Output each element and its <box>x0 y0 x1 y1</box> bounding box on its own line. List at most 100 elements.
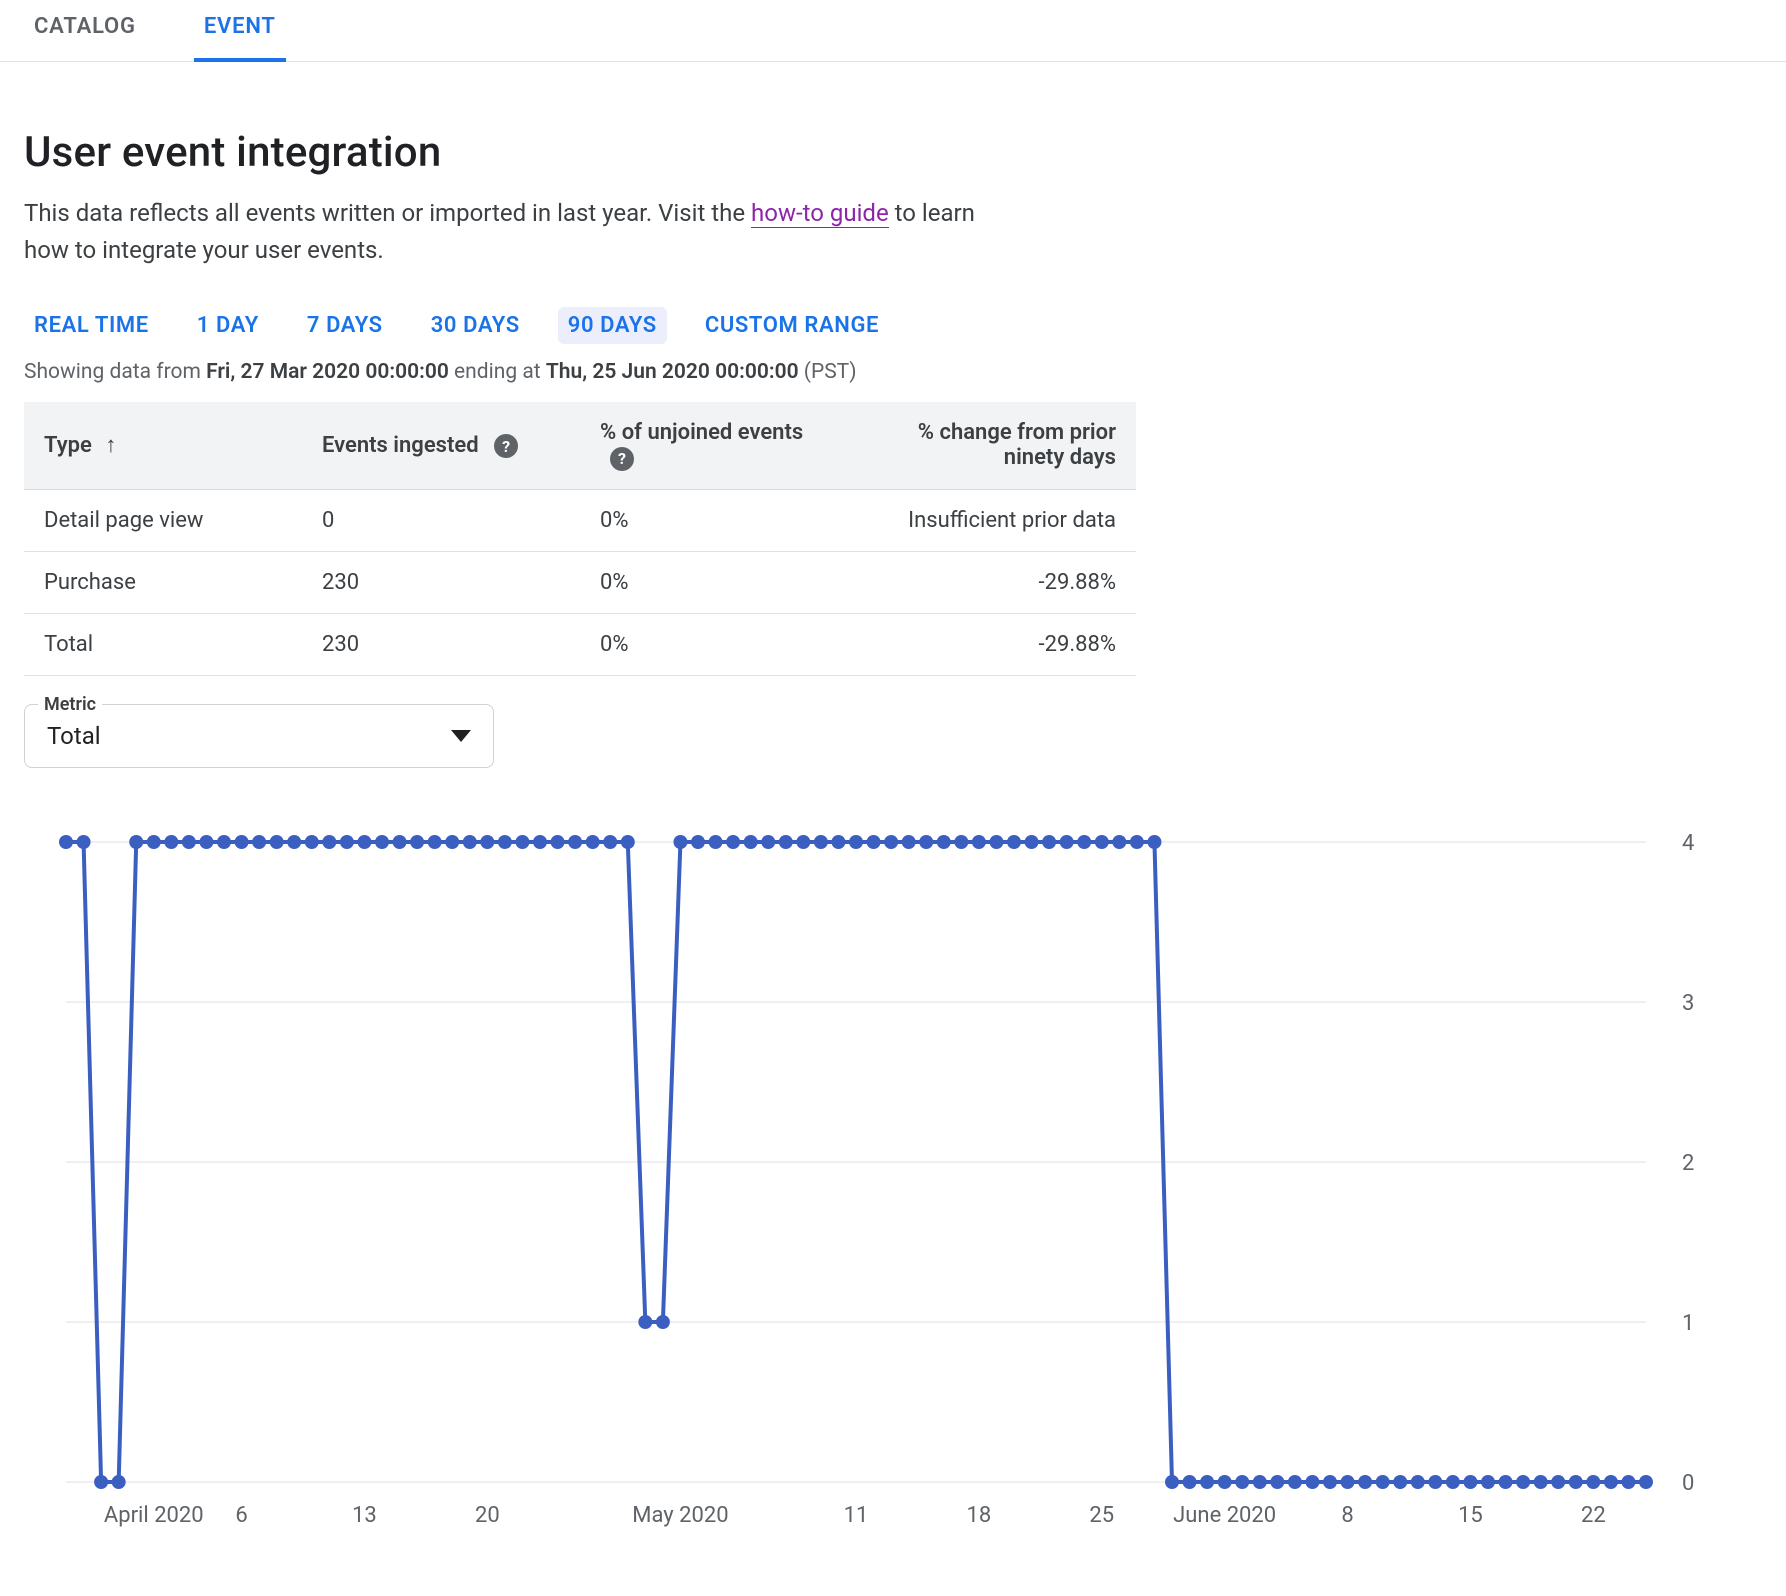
series-point <box>1341 1475 1355 1489</box>
series-point <box>1499 1475 1513 1489</box>
x-tick-label: May 2020 <box>632 1503 728 1528</box>
series-point <box>357 835 371 849</box>
range-pill-real-time[interactable]: REAL TIME <box>24 307 159 344</box>
series-point <box>937 835 951 849</box>
col-unjoined-label: % of unjoined events <box>600 420 803 445</box>
col-events-label: Events ingested <box>322 433 479 458</box>
series-point <box>1235 1475 1249 1489</box>
series-point <box>638 1315 652 1329</box>
metric-dropdown-label: Metric <box>38 694 102 715</box>
series-point <box>1130 835 1144 849</box>
series-point <box>235 835 249 849</box>
cell-change: -29.88% <box>858 613 1136 675</box>
range-pill-90-days[interactable]: 90 DAYS <box>558 307 667 344</box>
series-point <box>217 835 231 849</box>
series-point <box>814 835 828 849</box>
series-point <box>779 835 793 849</box>
help-icon[interactable]: ? <box>610 447 634 471</box>
series-point <box>1007 835 1021 849</box>
series-point <box>199 835 213 849</box>
series-point <box>59 835 73 849</box>
cell-change: Insufficient prior data <box>858 489 1136 551</box>
series-point <box>744 835 758 849</box>
series-point <box>621 835 635 849</box>
cell-type: Total <box>24 613 302 675</box>
cell-events: 230 <box>302 551 580 613</box>
chart-svg: 01234April 202061320May 2020111825June 2… <box>56 832 1736 1572</box>
range-pill-custom-range[interactable]: CUSTOM RANGE <box>695 307 889 344</box>
range-pill-1-day[interactable]: 1 DAY <box>187 307 269 344</box>
series-point <box>1042 835 1056 849</box>
series-point <box>1165 1475 1179 1489</box>
y-tick-label: 2 <box>1682 1151 1694 1176</box>
series-point <box>551 835 565 849</box>
series-point <box>849 835 863 849</box>
series-point <box>1112 835 1126 849</box>
series-point <box>691 835 705 849</box>
col-events-header[interactable]: Events ingested ? <box>302 402 580 489</box>
series-point <box>972 835 986 849</box>
series-point <box>1147 835 1161 849</box>
series-point <box>1288 1475 1302 1489</box>
series-point <box>375 835 389 849</box>
how-to-guide-link[interactable]: how-to guide <box>751 199 889 228</box>
series-point <box>1077 835 1091 849</box>
tab-event[interactable]: EVENT <box>194 0 286 61</box>
series-point <box>428 835 442 849</box>
series-point <box>586 835 600 849</box>
series-point <box>1060 835 1074 849</box>
series-point <box>1323 1475 1337 1489</box>
series-point <box>1376 1475 1390 1489</box>
series-point <box>761 835 775 849</box>
series-point <box>1586 1475 1600 1489</box>
series-point <box>796 835 810 849</box>
cell-change: -29.88% <box>858 551 1136 613</box>
series-point <box>498 835 512 849</box>
series-point <box>1481 1475 1495 1489</box>
series-point <box>463 835 477 849</box>
showing-from: Fri, 27 Mar 2020 00:00:00 <box>206 360 449 384</box>
series-point <box>673 835 687 849</box>
series-point <box>1534 1475 1548 1489</box>
series-point <box>1270 1475 1284 1489</box>
series-point <box>393 835 407 849</box>
col-unjoined-header[interactable]: % of unjoined events ? <box>580 402 858 489</box>
x-tick-label: 25 <box>1089 1503 1114 1528</box>
tab-catalog[interactable]: CATALOG <box>24 0 146 61</box>
cell-unjoined: 0% <box>580 489 858 551</box>
col-type-header[interactable]: Type ↑ <box>24 402 302 489</box>
series-point <box>709 835 723 849</box>
main-tabs: CATALOG EVENT <box>0 0 1786 62</box>
col-change-header[interactable]: % change from prior ninety days <box>858 402 1136 489</box>
x-tick-label: 20 <box>475 1503 500 1528</box>
x-tick-label: 8 <box>1341 1503 1353 1528</box>
metric-dropdown[interactable]: Metric Total <box>24 704 494 768</box>
series-point <box>1095 835 1109 849</box>
showing-range-text: Showing data from Fri, 27 Mar 2020 00:00… <box>24 360 1136 384</box>
series-point <box>831 835 845 849</box>
table-row: Detail page view00%Insufficient prior da… <box>24 489 1136 551</box>
series-point <box>1253 1475 1267 1489</box>
series-point <box>954 835 968 849</box>
desc-text-before: This data reflects all events written or… <box>24 199 751 227</box>
y-tick-label: 4 <box>1682 832 1694 856</box>
range-pill-7-days[interactable]: 7 DAYS <box>297 307 393 344</box>
series-point <box>884 835 898 849</box>
series-point <box>533 835 547 849</box>
x-tick-label: 6 <box>235 1503 247 1528</box>
page-title: User event integration <box>24 128 1136 177</box>
help-icon[interactable]: ? <box>494 434 518 458</box>
series-point <box>112 1475 126 1489</box>
x-tick-label: 15 <box>1458 1503 1483 1528</box>
range-pill-30-days[interactable]: 30 DAYS <box>421 307 530 344</box>
series-point <box>1305 1475 1319 1489</box>
series-point <box>1621 1475 1635 1489</box>
chevron-down-icon <box>451 730 471 742</box>
series-point <box>270 835 284 849</box>
series-point <box>1604 1475 1618 1489</box>
col-type-label: Type <box>44 433 92 458</box>
series-point <box>164 835 178 849</box>
series-point <box>603 835 617 849</box>
series-point <box>1463 1475 1477 1489</box>
series-point <box>1218 1475 1232 1489</box>
